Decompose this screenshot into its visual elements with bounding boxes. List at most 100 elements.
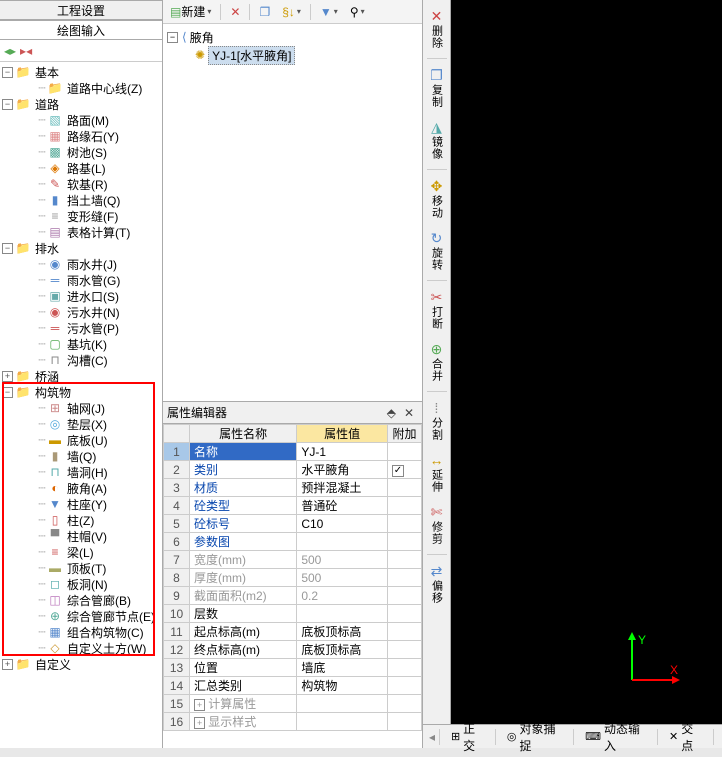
tree-item-label: 垫层(X) [65,416,109,433]
tree-node[interactable]: ┈📁道路中心线(Z) [0,80,162,96]
tree-node[interactable]: ┈≡梁(L) [0,544,162,560]
col-property-value[interactable]: 属性值 [297,425,388,443]
tool-icon: ↻ [431,231,443,245]
tree-node[interactable]: ┈▮挡土墙(Q) [0,192,162,208]
status-icon: ✕ [669,730,678,743]
component-tree-root[interactable]: − ⟨ 腋角 [167,28,418,46]
tool-移动[interactable]: ✥移动 [425,174,449,224]
tree-node[interactable]: −📁基本 [0,64,162,80]
property-row[interactable]: 12终点标高(m)底板顶标高 [164,641,422,659]
copy-button[interactable]: ❐ [254,2,275,22]
tree-node[interactable]: ┈⊓沟槽(C) [0,352,162,368]
tab-project-settings[interactable]: 工程设置 [0,0,162,20]
tree-node[interactable]: −📁排水 [0,240,162,256]
property-row[interactable]: 14汇总类别构筑物 [164,677,422,695]
tree-node[interactable]: ┈⊓墙洞(H) [0,464,162,480]
tree-node[interactable]: ┈▼柱座(Y) [0,496,162,512]
tool-合并[interactable]: ⊕合并 [425,337,449,387]
col-property-name[interactable]: 属性名称 [190,425,297,443]
tree-node[interactable]: ┈⊞轴网(J) [0,400,162,416]
property-row[interactable]: 8厚度(mm)500 [164,569,422,587]
tree-node[interactable]: ┈▬顶板(T) [0,560,162,576]
tree-node[interactable]: ┈▯柱(Z) [0,512,162,528]
col-property-extra[interactable]: 附加 [388,425,422,443]
new-button[interactable]: ▤ 新建▾ [165,0,216,23]
property-row[interactable]: 15+计算属性 [164,695,422,713]
status-对象捕捉[interactable]: ◎对象捕捉 [500,717,569,757]
property-row[interactable]: 2类别水平腋角✓ [164,461,422,479]
tree-node[interactable]: ┈◈路基(L) [0,160,162,176]
close-icon[interactable]: ✕ [400,406,418,420]
tree-item-icon: 📁 [15,369,31,383]
tree-node[interactable]: ┈▧路面(M) [0,112,162,128]
status-动态输入[interactable]: ⌨动态输入 [578,717,653,757]
tree-node[interactable]: ┈◉雨水井(J) [0,256,162,272]
tree-node[interactable]: ┈▤表格计算(T) [0,224,162,240]
tree-node[interactable]: ┈⊕综合管廊节点(E) [0,608,162,624]
property-row[interactable]: 9截面面积(m2)0.2 [164,587,422,605]
tool-修剪[interactable]: ✄修剪 [425,500,449,550]
tree-node[interactable]: ┈▬底板(U) [0,432,162,448]
collapse-all-icon[interactable]: ▸◂ [20,44,32,58]
tool-延伸[interactable]: ↔延伸 [425,448,449,498]
tree-node[interactable]: ┈◉污水井(N) [0,304,162,320]
pin-icon[interactable]: ⬘ [383,406,400,420]
property-row[interactable]: 16+显示样式 [164,713,422,731]
tool-偏移[interactable]: ⇄偏移 [425,559,449,609]
drawing-viewport[interactable]: Y X [451,0,722,748]
property-row[interactable]: 7宽度(mm)500 [164,551,422,569]
status-正交[interactable]: ⊞正交 [444,717,491,757]
tree-node[interactable]: ┈▮墙(Q) [0,448,162,464]
property-row[interactable]: 5砼标号C10 [164,515,422,533]
tree-item-icon: ▀ [47,529,63,543]
tool-镜像[interactable]: ◮镜像 [425,115,449,165]
delete-button[interactable]: ✕ [225,2,245,22]
property-row[interactable]: 1名称YJ-1 [164,443,422,461]
tool-打断[interactable]: ✂打断 [425,285,449,335]
find-button[interactable]: ⚲▾ [345,2,370,22]
tree-node[interactable]: ┈◫综合管廊(B) [0,592,162,608]
checkbox[interactable]: ✓ [392,465,404,477]
tree-node[interactable]: ┈═雨水管(G) [0,272,162,288]
tree-node[interactable]: ┈◻板洞(N) [0,576,162,592]
tool-icon: ◮ [431,120,442,134]
component-tree-item[interactable]: ✺ YJ-1[水平腋角] [167,46,418,64]
tree-node[interactable]: −📁构筑物 [0,384,162,400]
filter-button[interactable]: ▼▾ [315,2,343,22]
property-row[interactable]: 4砼类型普通砼 [164,497,422,515]
tab-draw-input[interactable]: 绘图输入 [0,20,162,40]
tree-node[interactable]: +📁自定义 [0,656,162,672]
tool-删除[interactable]: ✕删除 [425,4,449,54]
mid-panel: ▤ 新建▾ ✕ ❐ §↓▾ ▼▾ ⚲▾ − ⟨ 腋角 ✺ YJ-1[水平腋角] [163,0,423,748]
tree-node[interactable]: ┈◐腋角(A) [0,480,162,496]
property-row[interactable]: 3材质预拌混凝土 [164,479,422,497]
tree-node[interactable]: ┈≡变形缝(F) [0,208,162,224]
property-row[interactable]: 13位置墙底 [164,659,422,677]
tree-node[interactable]: ┈▩树池(S) [0,144,162,160]
tree-item-label: 柱座(Y) [65,496,109,513]
tree-node[interactable]: ┈═污水管(P) [0,320,162,336]
tree-item-label: 自定义 [33,656,73,673]
expand-all-icon[interactable]: ◂▸ [4,44,16,58]
tool-icon: ✂ [431,290,443,304]
tree-node[interactable]: +📁桥涵 [0,368,162,384]
tree-node[interactable]: −📁道路 [0,96,162,112]
tree-node[interactable]: ┈▣进水口(S) [0,288,162,304]
tree-node[interactable]: ┈▦路缘石(Y) [0,128,162,144]
tool-复制[interactable]: ❐复制 [425,63,449,113]
tree-node[interactable]: ┈▦组合构筑物(C) [0,624,162,640]
sort-button[interactable]: §↓▾ [277,2,306,22]
tree-node[interactable]: ┈✎软基(R) [0,176,162,192]
tool-旋转[interactable]: ↻旋转 [425,226,449,276]
tool-icon: ❐ [430,68,443,82]
status-交点[interactable]: ✕交点 [662,717,709,757]
tree-item-label: 路基(L) [65,160,108,177]
property-row[interactable]: 11起点标高(m)底板顶标高 [164,623,422,641]
tree-node[interactable]: ┈▢基坑(K) [0,336,162,352]
tree-node[interactable]: ┈▀柱帽(V) [0,528,162,544]
tree-node[interactable]: ┈◇自定义土方(W) [0,640,162,656]
tree-node[interactable]: ┈◎垫层(X) [0,416,162,432]
property-row[interactable]: 10层数 [164,605,422,623]
property-row[interactable]: 6参数图 [164,533,422,551]
tool-分割[interactable]: ⁞分割 [425,396,449,446]
